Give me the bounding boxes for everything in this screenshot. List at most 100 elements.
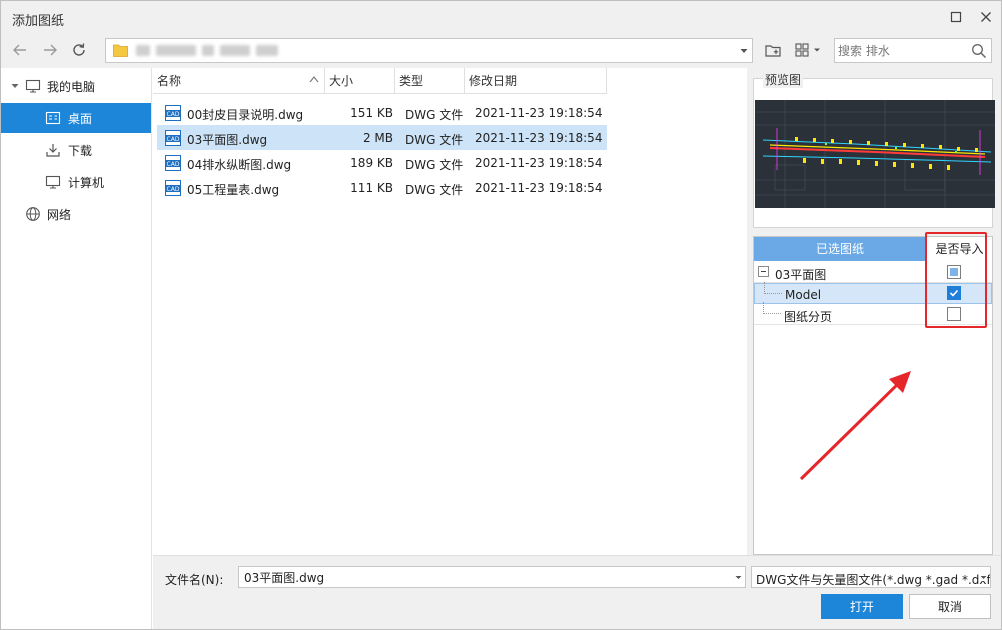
file-date: 2021-11-23 19:18:54 <box>475 181 603 195</box>
layer-label: 图纸分页 <box>784 310 833 324</box>
file-row-selected[interactable]: CAD 03平面图.dwg 2 MB DWG 文件 2021-11-23 19:… <box>157 125 607 150</box>
column-header-size[interactable]: 大小 <box>325 68 395 94</box>
sidebar-item-label: 桌面 <box>68 111 93 126</box>
path-segments-blurred <box>136 43 278 58</box>
bottom-bar: 文件名(N): DWG文件与矢量图文件(*.dwg *.gad *.dxf 打开… <box>153 555 1001 629</box>
column-header-label: 类型 <box>399 74 424 88</box>
filetype-value: DWG文件与矢量图文件(*.dwg *.gad *.dxf <box>756 573 991 587</box>
import-checkbox-checked[interactable] <box>947 286 961 300</box>
column-header-name[interactable]: 名称 <box>153 68 325 94</box>
import-header: 是否导入 <box>926 237 992 261</box>
svg-text:CAD: CAD <box>167 186 180 193</box>
chevron-down-icon[interactable] <box>735 574 742 581</box>
filetype-select[interactable]: DWG文件与矢量图文件(*.dwg *.gad *.dxf <box>751 566 991 588</box>
tree-connector <box>764 282 782 294</box>
file-type: DWG 文件 <box>405 133 464 147</box>
arrow-left-icon <box>13 44 26 56</box>
title-bar: 添加图纸 <box>1 1 1001 33</box>
file-row[interactable]: CAD 05工程量表.dwg 111 KB DWG 文件 2021-11-23 … <box>157 175 607 200</box>
navigation-toolbar <box>1 33 1001 68</box>
monitor-icon <box>25 79 41 93</box>
column-header-date[interactable]: 修改日期 <box>465 68 607 94</box>
column-header-type[interactable]: 类型 <box>395 68 465 94</box>
close-button[interactable] <box>976 7 996 27</box>
file-name: 05工程量表.dwg <box>187 183 280 197</box>
cad-file-icon: CAD <box>165 155 181 171</box>
filename-input[interactable] <box>244 570 724 585</box>
refresh-button[interactable] <box>68 39 90 61</box>
file-size: 111 KB <box>350 181 393 195</box>
layer-row-parent[interactable]: 03平面图 <box>754 262 992 283</box>
file-date: 2021-11-23 19:18:54 <box>475 106 603 120</box>
tree-connector <box>763 302 781 314</box>
close-icon <box>981 12 991 22</box>
back-button[interactable] <box>9 39 31 61</box>
filename-combobox[interactable] <box>238 566 746 588</box>
address-bar[interactable] <box>105 38 753 63</box>
file-size: 2 MB <box>362 131 393 145</box>
file-name: 04排水纵断图.dwg <box>187 158 292 172</box>
filename-label: 文件名(N): <box>165 573 224 587</box>
file-type: DWG 文件 <box>405 183 464 197</box>
sidebar-item-desktop[interactable]: 桌面 <box>1 103 151 133</box>
refresh-icon <box>73 43 85 56</box>
svg-text:CAD: CAD <box>167 111 180 118</box>
layer-row-model[interactable]: Model <box>754 282 992 304</box>
sidebar-item-downloads[interactable]: 下载 <box>1 135 151 165</box>
column-header-label: 名称 <box>157 74 182 88</box>
collapse-toggle[interactable] <box>758 266 769 277</box>
column-divider <box>926 261 927 324</box>
chevron-down-icon[interactable] <box>740 47 748 55</box>
navigation-sidebar: 我的电脑 桌面 下载 计算机 网络 <box>1 68 152 629</box>
sidebar-item-label: 计算机 <box>68 175 105 190</box>
check-icon <box>949 289 959 297</box>
file-list: 名称 大小 类型 修改日期 CAD 00封皮目录说明.dwg 151 KB DW… <box>153 68 747 555</box>
cancel-button[interactable]: 取消 <box>909 594 991 619</box>
expand-triangle-icon[interactable] <box>11 82 19 90</box>
folder-icon <box>113 44 128 57</box>
file-type: DWG 文件 <box>405 108 464 122</box>
layer-selection-table: 已选图纸 是否导入 03平面图 Model 图纸分页 <box>753 236 993 555</box>
arrow-right-icon <box>44 44 57 56</box>
grid-view-icon <box>795 43 809 57</box>
file-type: DWG 文件 <box>405 158 464 172</box>
sidebar-item-label: 下载 <box>68 143 93 158</box>
import-checkbox-unchecked[interactable] <box>947 307 961 321</box>
open-button[interactable]: 打开 <box>821 594 903 619</box>
preview-label: 预览图 <box>763 71 804 88</box>
sidebar-item-computer[interactable]: 计算机 <box>1 167 151 197</box>
sidebar-item-my-computer[interactable]: 我的电脑 <box>1 71 151 101</box>
desktop-icon <box>45 111 61 125</box>
new-folder-button[interactable] <box>763 40 783 60</box>
download-icon <box>46 144 60 157</box>
layer-row-layout[interactable]: 图纸分页 <box>754 302 992 325</box>
file-name: 03平面图.dwg <box>187 133 268 147</box>
svg-text:CAD: CAD <box>167 161 180 168</box>
file-row[interactable]: CAD 04排水纵断图.dwg 189 KB DWG 文件 2021-11-23… <box>157 150 607 175</box>
import-checkbox-partial[interactable] <box>947 265 961 279</box>
layer-label: Model <box>785 288 822 302</box>
cad-file-icon: CAD <box>165 180 181 196</box>
chevron-down-icon <box>980 574 987 581</box>
maximize-button[interactable] <box>946 7 966 27</box>
sidebar-item-network[interactable]: 网络 <box>1 199 151 229</box>
layer-label: 03平面图 <box>775 268 827 282</box>
right-panel: 预览图 已选图纸 是否导入 03平面图 Model 图纸分页 <box>747 68 1001 555</box>
cad-file-icon: CAD <box>165 105 181 121</box>
forward-button[interactable] <box>39 39 61 61</box>
maximize-icon <box>950 11 962 23</box>
sort-ascending-icon <box>309 76 319 83</box>
cad-drawing-thumbnail <box>755 100 995 208</box>
cad-file-icon: CAD <box>165 130 181 146</box>
search-input[interactable] <box>838 43 968 59</box>
selected-drawings-header: 已选图纸 <box>754 237 926 261</box>
file-size: 189 KB <box>350 156 393 170</box>
file-date: 2021-11-23 19:18:54 <box>475 156 603 170</box>
search-icon[interactable] <box>971 43 987 59</box>
add-drawing-dialog: 添加图纸 搜索 排水 我的电脑 桌面 下载 计算机 网络 名称 大小 类型 修改… <box>0 0 1002 630</box>
view-mode-button[interactable] <box>793 40 823 60</box>
search-box[interactable] <box>834 38 992 63</box>
file-name: 00封皮目录说明.dwg <box>187 108 304 122</box>
drawing-preview-image <box>755 100 995 208</box>
file-row[interactable]: CAD 00封皮目录说明.dwg 151 KB DWG 文件 2021-11-2… <box>157 100 607 125</box>
